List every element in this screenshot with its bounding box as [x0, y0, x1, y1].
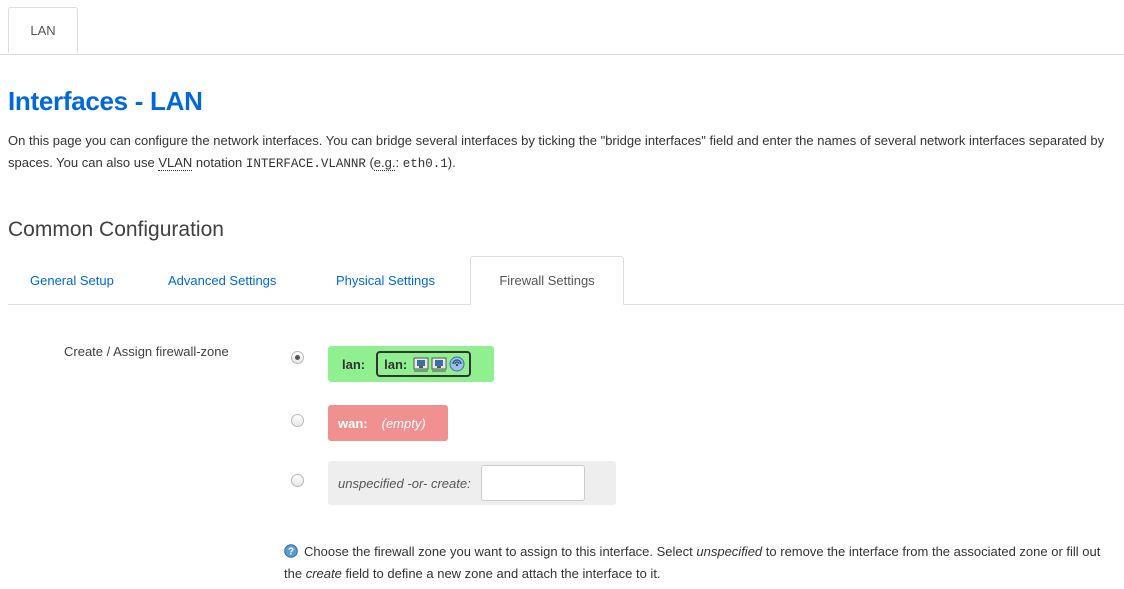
zone-create-badge: unspecified -or- create: [328, 461, 616, 505]
example-code: eth0.1 [402, 157, 448, 171]
zone-create-radio[interactable] [291, 474, 304, 487]
tab-lan[interactable]: LAN [8, 7, 78, 53]
tab-general-setup-label: General Setup [30, 272, 114, 288]
section-title: Common Configuration [8, 218, 224, 241]
zone-lan-name: lan: [342, 356, 366, 372]
description-text: ( [365, 155, 374, 170]
help-unspecified: unspecified [696, 544, 763, 559]
tab-firewall-settings[interactable]: Firewall Settings [470, 256, 624, 305]
tab-firewall-settings-label: Firewall Settings [499, 273, 595, 288]
eg-abbr: e.g. [373, 155, 396, 171]
new-zone-input[interactable] [480, 465, 585, 501]
zone-lan-badge[interactable]: lan: lan: [328, 346, 494, 382]
description-text: ). [447, 155, 456, 170]
help-text-part: Choose the firewall zone you want to ass… [304, 544, 697, 559]
notation-code: INTERFACE.VLANNR [245, 157, 366, 171]
firewall-zone-label: Create / Assign firewall-zone [64, 344, 229, 359]
description-text: notation [192, 155, 246, 170]
zone-wan-radio[interactable] [291, 414, 304, 427]
page-description: On this page you can configure the netwo… [8, 130, 1118, 175]
help-create: create [305, 566, 342, 581]
zone-wan-name: wan: [338, 415, 368, 431]
zone-wan-empty: (empty) [381, 415, 426, 431]
svg-text:?: ? [288, 547, 294, 558]
help-icon: ? [284, 544, 298, 558]
tab-lan-label: LAN [30, 22, 56, 38]
zone-create-label: unspecified -or- create: [338, 475, 471, 491]
network-lan-box: lan: [376, 351, 472, 377]
tab-advanced-settings[interactable]: Advanced Settings [168, 256, 276, 304]
network-lan-name: lan: [384, 356, 408, 372]
description-text: : [395, 155, 403, 170]
tab-general-setup[interactable]: General Setup [30, 256, 114, 304]
zone-lan-radio[interactable] [291, 351, 304, 364]
wifi-icon [449, 356, 465, 372]
help-text: ? Choose the firewall zone you want to as… [284, 541, 1116, 585]
help-text-part: field to define a new zone and attach th… [341, 566, 661, 581]
ethernet-port-icon [431, 357, 447, 372]
tab-advanced-settings-label: Advanced Settings [168, 272, 277, 288]
tab-physical-settings-label: Physical Settings [336, 272, 435, 288]
tab-physical-settings[interactable]: Physical Settings [336, 256, 435, 304]
ethernet-port-icon [413, 357, 429, 372]
page-title: Interfaces - LAN [8, 86, 203, 116]
zone-wan-badge[interactable]: wan: (empty) [328, 405, 448, 441]
config-tab-bar: General Setup Advanced Settings Physical… [8, 256, 1124, 305]
top-tab-bar: LAN [0, 0, 1124, 55]
vlan-abbr: VLAN [158, 155, 193, 171]
